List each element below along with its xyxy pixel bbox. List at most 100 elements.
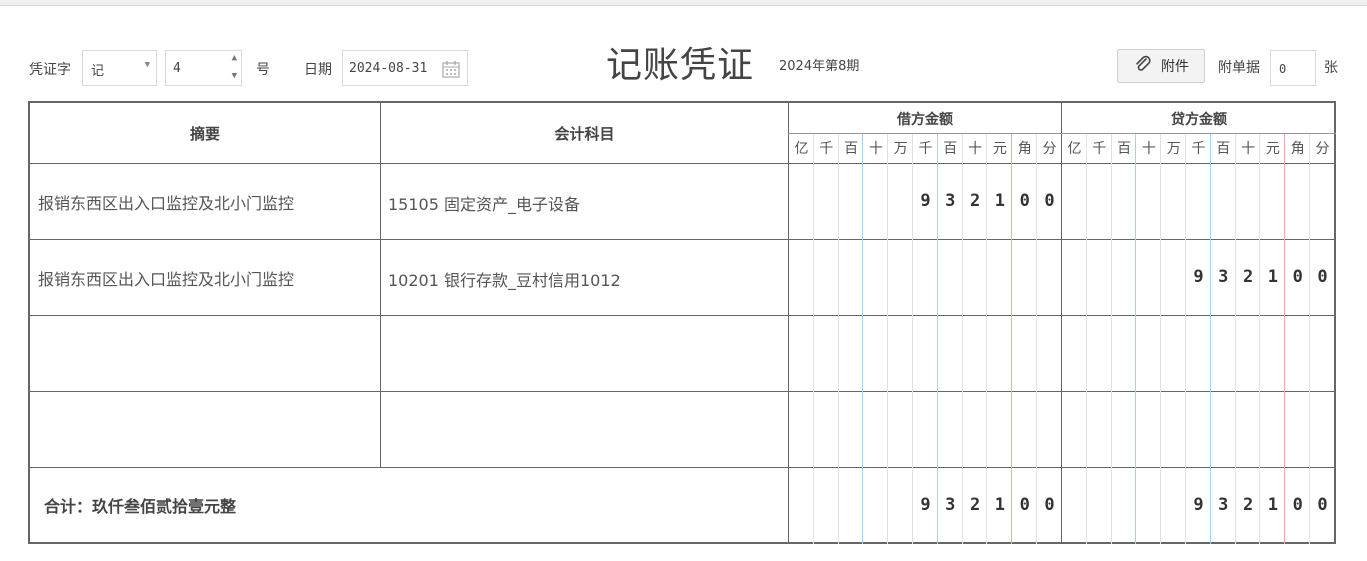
total-credit-digit: 3	[1218, 495, 1229, 515]
accounting-period: 2024年第8期	[779, 59, 860, 74]
row-1-debit-digit[interactable]: 2	[963, 191, 988, 211]
col-sep-account	[788, 103, 789, 544]
total-debit-digit: 1	[994, 495, 1006, 515]
credit-col-sep	[1185, 134, 1186, 544]
credit-unit-label: 亿	[1067, 141, 1082, 157]
total-credit-digit: 1	[1267, 495, 1279, 515]
calendar-icon[interactable]	[441, 59, 461, 83]
col-sep-summary	[380, 103, 381, 468]
debit-unit-label: 十	[968, 141, 983, 157]
credit-unit-label: 十	[1141, 141, 1156, 157]
credit-col-sep	[1135, 134, 1137, 544]
credit-unit-label: 百	[1216, 141, 1231, 157]
row-1-debit-digit[interactable]: 0	[1012, 191, 1037, 211]
credit-unit-label: 千	[1191, 141, 1206, 157]
debit-unit-label: 千	[819, 141, 834, 157]
debit-unit-label: 十	[868, 141, 883, 157]
date-input[interactable]: 2024-08-31	[342, 50, 468, 86]
top-border	[0, 0, 1367, 6]
total-debit-digit: 2	[969, 495, 981, 515]
row-sep-4	[30, 467, 1336, 468]
summary-header: 摘要	[189, 125, 220, 143]
debit-col-sep	[812, 134, 814, 544]
number-suffix: 号	[256, 62, 270, 78]
voucher-number-value: 4	[173, 61, 181, 76]
total-credit-digit: 0	[1317, 495, 1328, 515]
row-1-summary[interactable]: 报销东西区出入口监控及北小门监控	[38, 190, 294, 214]
total-debit-digit: 0	[1044, 495, 1055, 515]
voucher-word-label: 凭证字	[29, 62, 71, 78]
debit-header: 借方金额	[897, 112, 953, 128]
total-credit-digit: 2	[1242, 495, 1254, 515]
row-1-debit-digit[interactable]: 9	[913, 191, 938, 211]
credit-unit-label: 元	[1265, 141, 1280, 157]
debit-col-sep	[862, 134, 864, 544]
voucher-table: 摘要 会计科目 借方金额 贷方金额 报销东西区出入口监控及北小门监控 15105…	[28, 101, 1336, 544]
credit-col-sep	[1234, 134, 1236, 544]
debit-col-sep	[837, 134, 839, 544]
row-2-credit-digit[interactable]: 0	[1310, 267, 1335, 287]
row-sep-2	[30, 315, 1336, 316]
debit-unit-label: 亿	[794, 141, 809, 157]
credit-col-sep	[1085, 134, 1087, 544]
stepper-up-icon[interactable]: ▲	[232, 53, 237, 63]
credit-unit-label: 百	[1117, 141, 1132, 157]
attach-count-value: 0	[1279, 62, 1287, 76]
chevron-down-icon: ▼	[144, 60, 150, 70]
debit-unit-label: 角	[1017, 141, 1032, 157]
debit-col-sep	[887, 134, 889, 544]
debit-unit-label: 元	[992, 141, 1007, 157]
credit-col-sep	[1259, 134, 1261, 544]
attachment-button-label: 附件	[1161, 59, 1189, 75]
credit-unit-label: 万	[1166, 141, 1181, 157]
col-sep-debit	[1061, 103, 1062, 544]
account-header: 会计科目	[554, 125, 615, 143]
total-debit-digit: 0	[1019, 495, 1030, 515]
row-2-account[interactable]: 10201 银行存款_豆村信用1012	[388, 267, 621, 291]
total-credit-digit: 9	[1193, 495, 1204, 515]
row-1-account[interactable]: 15105 固定资产_电子设备	[388, 191, 580, 215]
debit-unit-label: 万	[893, 141, 908, 157]
credit-unit-label: 分	[1315, 141, 1330, 157]
row-1-debit-digit[interactable]: 0	[1037, 191, 1062, 211]
debit-unit-label: 百	[844, 141, 859, 157]
total-credit-digit: 0	[1292, 495, 1303, 515]
row-2-credit-digit[interactable]: 0	[1285, 267, 1310, 287]
paperclip-icon	[1133, 54, 1153, 78]
date-label: 日期	[304, 62, 332, 78]
attach-count-label: 附单据	[1218, 60, 1260, 76]
total-label: 合计：玖仟叁佰贰拾壹元整	[44, 497, 237, 516]
row-1-debit-digit[interactable]: 1	[987, 191, 1012, 211]
credit-col-sep	[1110, 134, 1112, 544]
row-1-debit-digit[interactable]: 3	[938, 191, 963, 211]
stepper-down-icon[interactable]: ▼	[232, 71, 237, 81]
credit-col-sep	[1309, 134, 1310, 544]
debit-unit-label: 百	[943, 141, 958, 157]
attach-count-input[interactable]: 0	[1270, 50, 1316, 86]
debit-unit-label: 千	[918, 141, 933, 157]
row-2-credit-digit[interactable]: 3	[1211, 267, 1236, 287]
row-sep-3	[30, 391, 1336, 392]
credit-col-sep	[1209, 134, 1211, 544]
voucher-word-value: 记	[91, 64, 105, 79]
voucher-number-stepper[interactable]: 4 ▲ ▼	[165, 50, 242, 86]
credit-unit-label: 千	[1092, 141, 1107, 157]
voucher-word-select[interactable]: 记 ▼	[82, 50, 157, 86]
credit-col-sep	[1284, 134, 1286, 544]
row-2-credit-digit[interactable]: 1	[1260, 267, 1285, 287]
credit-header: 贷方金额	[1171, 112, 1227, 128]
attach-count-unit: 张	[1324, 60, 1338, 76]
debit-unit-label: 分	[1042, 141, 1057, 157]
credit-unit-label: 角	[1290, 141, 1305, 157]
row-2-credit-digit[interactable]: 9	[1186, 267, 1211, 287]
row-2-summary[interactable]: 报销东西区出入口监控及北小门监控	[38, 266, 294, 290]
page-title: 记账凭证	[606, 45, 755, 86]
credit-unit-label: 十	[1241, 141, 1256, 157]
credit-col-sep	[1160, 134, 1162, 544]
amount-header-sep	[788, 133, 1336, 134]
date-value: 2024-08-31	[349, 61, 428, 76]
row-sep-1	[30, 239, 1336, 240]
row-2-credit-digit[interactable]: 2	[1236, 267, 1261, 287]
row-sep-header	[30, 163, 1336, 164]
attachment-button[interactable]: 附件	[1117, 49, 1205, 83]
